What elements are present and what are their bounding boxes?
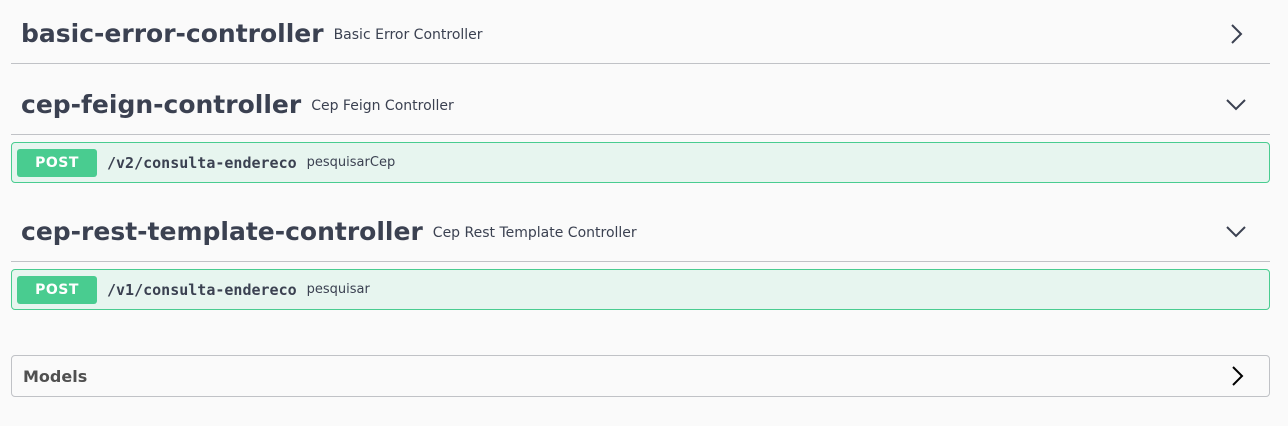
tag-cep-rest-template-controller[interactable]: cep-rest-template-controller Cep Rest Te… <box>11 202 1270 262</box>
tag-title: basic-error-controller <box>21 19 324 48</box>
operation-summary: pesquisarCep <box>306 155 396 170</box>
operation-post-v1-consulta-endereco[interactable]: POST /v1/consulta-endereco pesquisar <box>11 269 1270 310</box>
tag-title: cep-rest-template-controller <box>21 217 423 246</box>
tag-description: Cep Rest Template Controller <box>432 224 637 241</box>
swagger-operations-panel: basic-error-controller Basic Error Contr… <box>0 0 1288 426</box>
tag-title: cep-feign-controller <box>21 90 302 119</box>
operation-post-v2-consulta-endereco[interactable]: POST /v2/consulta-endereco pesquisarCep <box>11 142 1270 183</box>
operation-path: /v1/consulta-endereco <box>107 280 297 299</box>
method-badge: POST <box>17 275 97 304</box>
tag-description: Cep Feign Controller <box>311 97 454 114</box>
chevron-down-icon[interactable] <box>1224 220 1248 244</box>
tag-basic-error-controller[interactable]: basic-error-controller Basic Error Contr… <box>11 4 1270 64</box>
tag-description: Basic Error Controller <box>333 26 483 43</box>
chevron-down-icon[interactable] <box>1224 93 1248 117</box>
tag-cep-feign-controller[interactable]: cep-feign-controller Cep Feign Controlle… <box>11 75 1270 135</box>
operation-summary: pesquisar <box>306 282 370 297</box>
chevron-right-icon[interactable] <box>1225 364 1249 388</box>
models-section[interactable]: Models <box>11 355 1270 397</box>
operation-path: /v2/consulta-endereco <box>107 153 297 172</box>
method-badge: POST <box>17 148 97 177</box>
models-title: Models <box>23 366 88 386</box>
chevron-right-icon[interactable] <box>1224 22 1248 46</box>
